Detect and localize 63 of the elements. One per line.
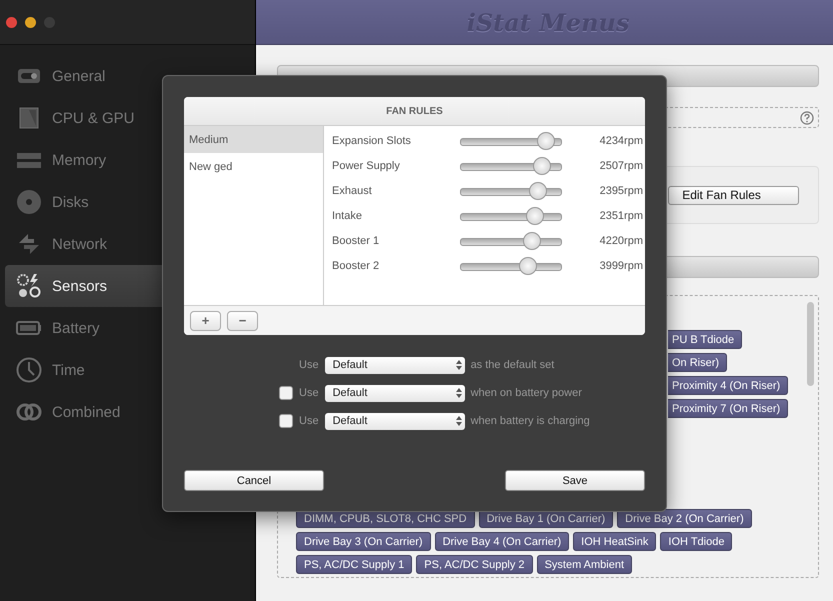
sensor-tag[interactable]: PS, AC/DC Supply 2 [416, 555, 533, 574]
slider-thumb[interactable] [532, 156, 551, 174]
sensor-tag[interactable]: PU B Tdiode [668, 330, 742, 349]
table-header: FAN RULES [184, 97, 645, 126]
stepper-arrows-icon [456, 416, 462, 426]
add-button[interactable]: + [190, 310, 221, 330]
checkbox[interactable] [279, 414, 293, 428]
stepper-arrows-icon [456, 360, 462, 370]
clock-icon [16, 357, 42, 383]
fan-speed: 3999rpm [600, 260, 643, 272]
sensor-tag[interactable]: Proximity 4 (On Riser) [668, 376, 788, 395]
fan-name: Booster 2 [332, 260, 380, 272]
sensor-tag[interactable]: System Ambient [536, 555, 632, 574]
disk-icon [16, 189, 42, 215]
stepper-arrows-icon [456, 388, 462, 398]
rule-description: as the default set [470, 359, 554, 371]
cancel-button[interactable]: Cancel [184, 470, 324, 491]
slider-thumb[interactable] [536, 132, 555, 150]
sensor-tag[interactable]: IOH HeatSink [573, 532, 656, 551]
sensor-tag[interactable]: On Riser) [668, 353, 728, 372]
sidebar-item[interactable]: Network [5, 223, 255, 265]
scrollbar[interactable] [807, 302, 814, 386]
sensor-tag[interactable]: PS, AC/DC Supply 1 [296, 555, 412, 574]
sidebar-item[interactable]: Combined [5, 391, 255, 433]
sensor-tag[interactable]: Drive Bay 3 (On Carrier) [296, 532, 431, 551]
use-label: Use [299, 415, 319, 427]
slider-thumb[interactable] [523, 232, 542, 250]
fan-speed: 2351rpm [600, 210, 643, 222]
use-label: Use [299, 359, 319, 371]
sensor-tag[interactable]: IOH Tdiode [660, 532, 732, 551]
rule-description: when on battery power [470, 387, 582, 399]
fan-name: Booster 1 [332, 234, 380, 246]
rule-item[interactable]: Medium [184, 126, 323, 153]
use-label: Use [299, 387, 319, 399]
minimize-button[interactable] [25, 16, 36, 28]
fan-speed: 4220rpm [600, 234, 643, 246]
slider-thumb[interactable] [526, 206, 544, 224]
fan-name: Expansion Slots [332, 134, 412, 146]
sensor-tag[interactable]: Drive Bay 4 (On Carrier) [434, 532, 570, 551]
fan-speed: 2507rpm [600, 160, 643, 172]
fan-speed: 2395rpm [600, 184, 643, 196]
help-icon[interactable] [800, 110, 814, 124]
close-button[interactable] [6, 16, 17, 28]
sidebar-item[interactable]: Time [5, 349, 255, 391]
rule-select[interactable]: Default [324, 412, 465, 430]
remove-button[interactable]: − [227, 310, 258, 330]
slider-thumb[interactable] [528, 182, 547, 200]
fan-name: Exhaust [332, 184, 373, 196]
sensor-tag[interactable]: Drive Bay 2 (On Carrier) [617, 509, 752, 528]
rule-select[interactable]: Default [324, 384, 465, 402]
fan-name: Intake [332, 210, 363, 222]
slider-thumb[interactable] [519, 256, 538, 274]
sidebar-item[interactable]: Disks [5, 181, 255, 223]
rule-description: when battery is charging [470, 415, 590, 427]
sensors-icon [16, 273, 42, 299]
fan-name: Power Supply [332, 160, 401, 172]
sidebar-item[interactable]: General [5, 55, 255, 97]
rule-select[interactable]: Default [324, 356, 465, 374]
edit-fan-rules-button[interactable]: Edit Fan Rules [668, 186, 800, 204]
sensor-tag[interactable]: Proximity 7 (On Riser) [668, 399, 788, 418]
fan-speed: 4234rpm [600, 134, 643, 146]
checkbox[interactable] [279, 386, 293, 400]
save-button[interactable]: Save [505, 470, 645, 491]
